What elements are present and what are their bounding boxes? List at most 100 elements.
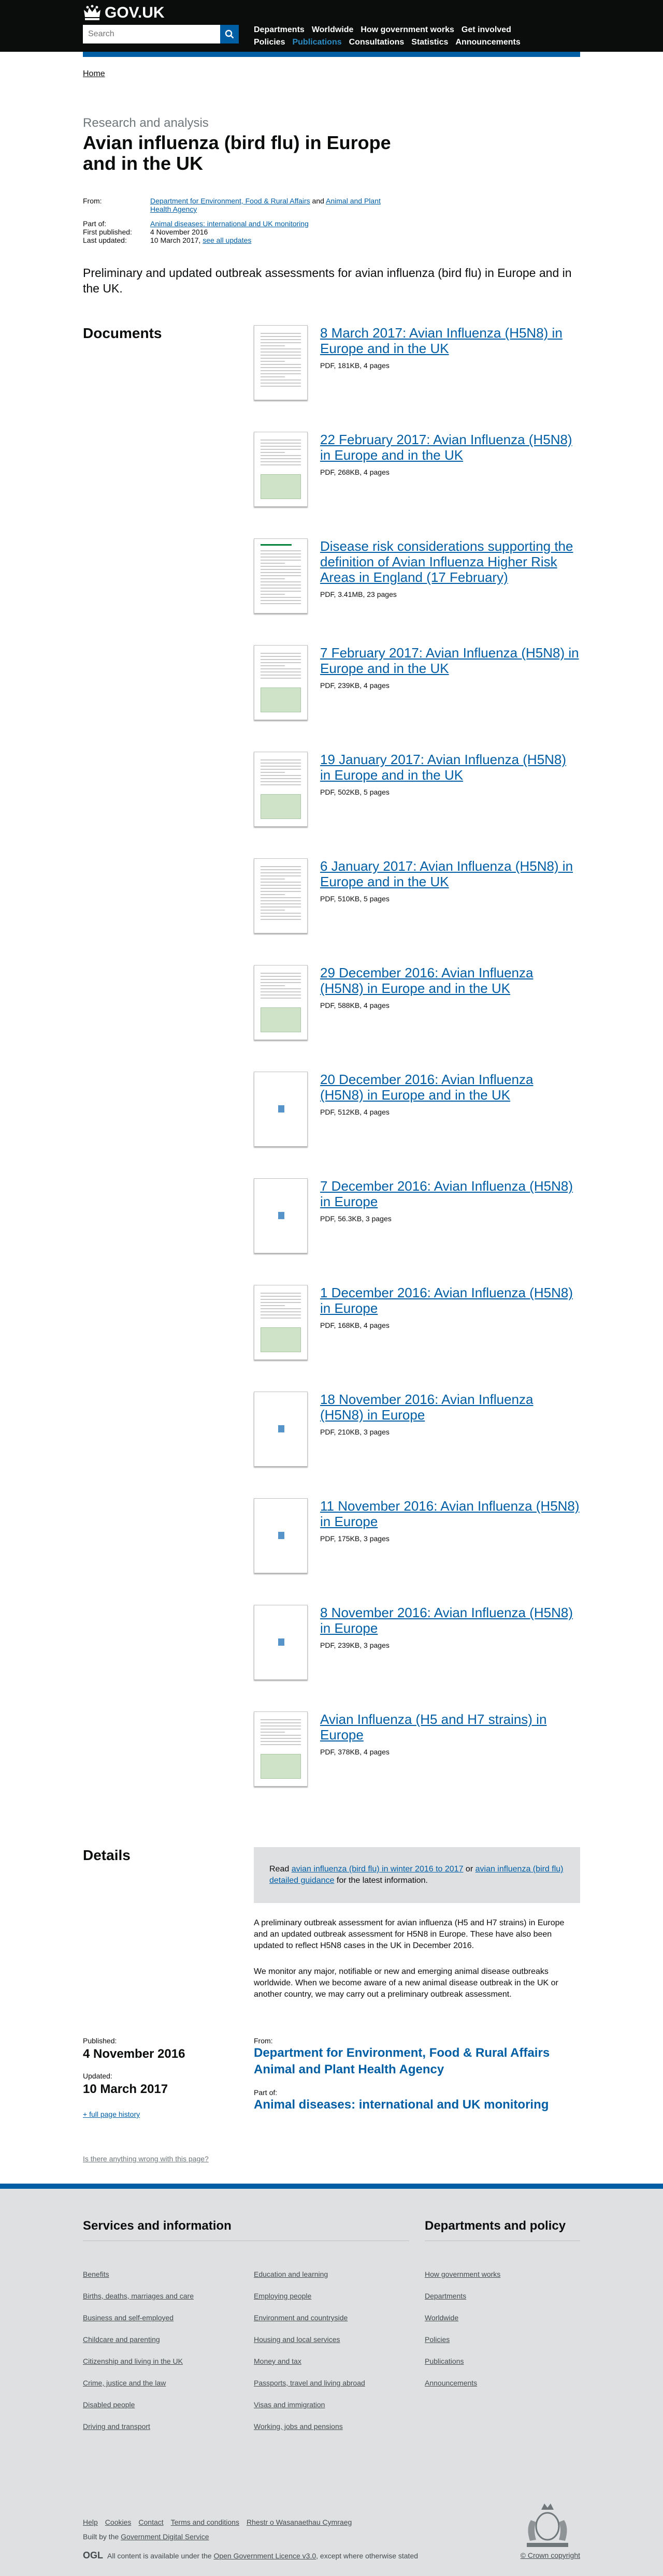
footer-link-announcements[interactable]: Announcements xyxy=(425,2372,500,2394)
part-of-link[interactable]: Animal diseases: international and UK mo… xyxy=(150,219,309,228)
footer-link-worldwide[interactable]: Worldwide xyxy=(425,2307,500,2329)
search-input[interactable] xyxy=(83,25,220,43)
document-meta: PDF, 175KB, 3 pages xyxy=(320,1534,390,1543)
breadcrumb-home-link[interactable]: Home xyxy=(83,69,105,78)
document-title-link[interactable]: 1 December 2016: Avian Influenza (H5N8) … xyxy=(320,1285,580,1316)
footer-link-environment-and-countryside[interactable]: Environment and countryside xyxy=(254,2307,365,2329)
footer-link-visas-and-immigration[interactable]: Visas and immigration xyxy=(254,2394,365,2416)
document-thumbnail[interactable] xyxy=(254,752,308,827)
govuk-logo[interactable]: GOV.UK xyxy=(83,4,165,22)
services-column-1: Benefits Births, deaths, marriages and ca… xyxy=(83,2263,194,2437)
callout-text-post: for the latest information. xyxy=(336,1876,428,1885)
footer-link-births-deaths-marriages-and-care[interactable]: Births, deaths, marriages and care xyxy=(83,2285,194,2307)
page-description: Preliminary and updated outbreak assessm… xyxy=(83,266,572,295)
publisher-defra-link[interactable]: Department for Environment, Food & Rural… xyxy=(254,2045,580,2061)
document-thumbnail[interactable] xyxy=(254,965,308,1040)
footer-link-money-and-tax[interactable]: Money and tax xyxy=(254,2350,365,2372)
publisher-apha-link[interactable]: Animal and Plant Health Agency xyxy=(254,2061,580,2078)
footer-link-citizenship-and-living-in-the-uk[interactable]: Citizenship and living in the UK xyxy=(83,2350,194,2372)
from-org-defra-link[interactable]: Department for Environment, Food & Rural… xyxy=(150,197,310,205)
full-page-history-link[interactable]: + full page history xyxy=(83,2110,254,2118)
document-title-link[interactable]: 6 January 2017: Avian Influenza (H5N8) i… xyxy=(320,858,580,889)
search-button[interactable] xyxy=(220,25,239,43)
footer-link-employing-people[interactable]: Employing people xyxy=(254,2285,365,2307)
search-form xyxy=(83,25,239,43)
footer-meta-terms-and-conditions[interactable]: Terms and conditions xyxy=(171,2518,239,2526)
nav-policies[interactable]: Policies xyxy=(254,38,285,47)
document-item: 20 December 2016: Avian Influenza (H5N8)… xyxy=(254,1072,580,1178)
document-title-link[interactable]: Disease risk considerations supporting t… xyxy=(320,538,580,585)
document-meta: PDF, 56.3KB, 3 pages xyxy=(320,1214,392,1223)
footer-meta-contact[interactable]: Contact xyxy=(138,2518,163,2526)
footer-link-education-and-learning[interactable]: Education and learning xyxy=(254,2263,365,2285)
document-thumbnail[interactable] xyxy=(254,1285,308,1360)
licence: OGL All content is available under the O… xyxy=(83,2550,418,2561)
document-thumbnail[interactable] xyxy=(254,1178,308,1253)
document-thumbnail[interactable] xyxy=(254,432,308,507)
document-title-link[interactable]: 7 February 2017: Avian Influenza (H5N8) … xyxy=(320,645,580,676)
header-rule xyxy=(83,52,580,57)
document-meta: PDF, 512KB, 4 pages xyxy=(320,1108,390,1116)
footer-link-publications[interactable]: Publications xyxy=(425,2350,500,2372)
document-title-link[interactable]: 8 March 2017: Avian Influenza (H5N8) in … xyxy=(320,325,580,356)
footer-link-business-and-self-employed[interactable]: Business and self-employed xyxy=(83,2307,194,2329)
document-thumbnail[interactable] xyxy=(254,538,308,613)
nav-how-government-works[interactable]: How government works xyxy=(361,25,454,34)
crown-copyright-link[interactable]: © Crown copyright xyxy=(521,2551,580,2559)
document-title-link[interactable]: 29 December 2016: Avian Influenza (H5N8)… xyxy=(320,965,580,996)
footer-link-driving-and-transport[interactable]: Driving and transport xyxy=(83,2416,194,2437)
from-and: and xyxy=(312,197,324,205)
document-title-link[interactable]: Avian Influenza (H5 and H7 strains) in E… xyxy=(320,1711,580,1743)
document-thumbnail[interactable] xyxy=(254,1072,308,1147)
document-thumbnail[interactable] xyxy=(254,858,308,933)
footer-link-housing-and-local-services[interactable]: Housing and local services xyxy=(254,2329,365,2350)
document-title-link[interactable]: 22 February 2017: Avian Influenza (H5N8)… xyxy=(320,432,580,463)
document-title-link[interactable]: 11 November 2016: Avian Influenza (H5N8)… xyxy=(320,1498,580,1529)
document-title-link[interactable]: 7 December 2016: Avian Influenza (H5N8) … xyxy=(320,1178,580,1209)
document-thumbnail[interactable] xyxy=(254,1711,308,1787)
footer-link-passports-travel-and-living-abroad[interactable]: Passports, travel and living abroad xyxy=(254,2372,365,2394)
nav-consultations[interactable]: Consultations xyxy=(349,38,405,47)
footer-link-policies[interactable]: Policies xyxy=(425,2329,500,2350)
document-thumbnail[interactable] xyxy=(254,325,308,400)
built-by-text: Built by the xyxy=(83,2533,119,2541)
winter-guidance-link[interactable]: avian influenza (bird flu) in winter 201… xyxy=(292,1865,464,1874)
footer-link-working-jobs-and-pensions[interactable]: Working, jobs and pensions xyxy=(254,2416,365,2437)
document-thumbnail[interactable] xyxy=(254,1392,308,1467)
nav-worldwide[interactable]: Worldwide xyxy=(312,25,354,34)
report-problem-link[interactable]: Is there anything wrong with this page? xyxy=(83,2155,209,2163)
nav-announcements[interactable]: Announcements xyxy=(455,38,520,47)
royal-coat-of-arms-icon xyxy=(515,2499,580,2554)
footer-link-how-government-works[interactable]: How government works xyxy=(425,2263,500,2285)
services-column-2: Education and learning Employing people En… xyxy=(254,2263,365,2437)
document-list: 8 March 2017: Avian Influenza (H5N8) in … xyxy=(254,325,580,1818)
document-item: 18 November 2016: Avian Influenza (H5N8)… xyxy=(254,1392,580,1498)
document-thumbnail[interactable] xyxy=(254,1605,308,1680)
footer-link-departments[interactable]: Departments xyxy=(425,2285,500,2307)
ogl-link[interactable]: Open Government Licence v3.0 xyxy=(213,2552,316,2560)
footer-link-childcare-and-parenting[interactable]: Childcare and parenting xyxy=(83,2329,194,2350)
nav-statistics[interactable]: Statistics xyxy=(411,38,448,47)
footer-meta-rhestr-o-wasanaethau-cymraeg[interactable]: Rhestr o Wasanaethau Cymraeg xyxy=(247,2518,352,2526)
footer-link-benefits[interactable]: Benefits xyxy=(83,2263,194,2285)
footer-link-disabled-people[interactable]: Disabled people xyxy=(83,2394,194,2416)
document-title-link[interactable]: 19 January 2017: Avian Influenza (H5N8) … xyxy=(320,752,580,783)
see-all-updates-link[interactable]: see all updates xyxy=(203,236,251,244)
document-thumbnail[interactable] xyxy=(254,1498,308,1573)
footer-link-crime-justice-and-the-law[interactable]: Crime, justice and the law xyxy=(83,2372,194,2394)
document-title-link[interactable]: 20 December 2016: Avian Influenza (H5N8)… xyxy=(320,1072,580,1103)
gds-link[interactable]: Government Digital Service xyxy=(121,2533,209,2541)
licence-text-post: , except where otherwise stated xyxy=(316,2551,419,2560)
nav-get-involved[interactable]: Get involved xyxy=(462,25,511,34)
document-item: 22 February 2017: Avian Influenza (H5N8)… xyxy=(254,432,580,538)
document-thumbnail[interactable] xyxy=(254,645,308,720)
footer-meta-help[interactable]: Help xyxy=(83,2518,98,2526)
nav-publications[interactable]: Publications xyxy=(292,38,341,47)
publisher-part-of-link[interactable]: Animal diseases: international and UK mo… xyxy=(254,2097,580,2113)
nav-departments[interactable]: Departments xyxy=(254,25,305,34)
map-thumbnail-icon xyxy=(261,1327,301,1352)
footer-meta-cookies[interactable]: Cookies xyxy=(105,2518,132,2526)
details-paragraph-1: A preliminary outbreak assessment for av… xyxy=(254,1919,565,1950)
document-title-link[interactable]: 8 November 2016: Avian Influenza (H5N8) … xyxy=(320,1605,580,1636)
document-title-link[interactable]: 18 November 2016: Avian Influenza (H5N8)… xyxy=(320,1392,580,1423)
